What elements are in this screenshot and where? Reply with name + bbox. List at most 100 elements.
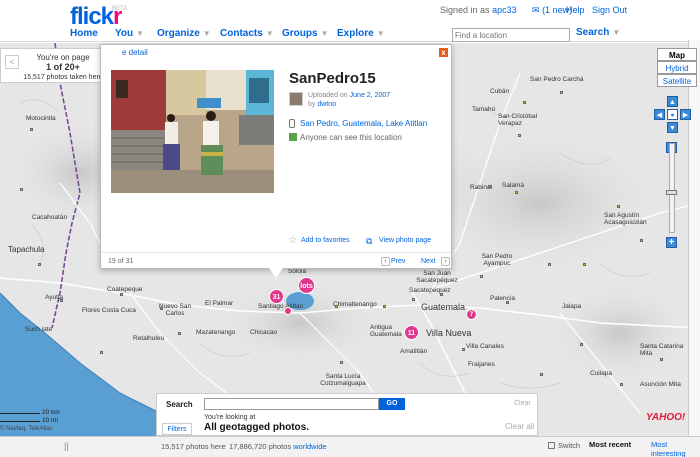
map-place[interactable]: San Pedro Carchá <box>530 76 590 83</box>
nav-home[interactable]: Home <box>70 28 98 39</box>
town-marker[interactable] <box>38 263 41 266</box>
town-marker[interactable] <box>617 205 620 208</box>
map-place[interactable]: Palencia <box>490 295 515 302</box>
switch-toggle[interactable]: Switch <box>548 441 580 450</box>
pan-up-icon[interactable]: ▲ <box>667 96 678 107</box>
map-place[interactable]: Chimaltenango <box>333 301 377 308</box>
town-marker[interactable] <box>583 263 586 266</box>
chevron-down-icon[interactable]: ▼ <box>136 29 144 38</box>
location-links[interactable]: San Pedro, Guatemala, Lake Atitlan <box>300 119 427 128</box>
previous-photo-link[interactable]: Prev <box>391 258 405 265</box>
chevron-down-icon[interactable]: ▼ <box>266 29 274 38</box>
next-photo-link[interactable]: Next <box>421 258 435 265</box>
town-marker[interactable] <box>340 361 343 364</box>
town-marker[interactable] <box>178 332 181 335</box>
town-marker[interactable] <box>412 298 415 301</box>
pause-icon[interactable]: || <box>64 441 69 451</box>
add-to-favorites-link[interactable]: Add to favorites <box>301 237 350 244</box>
map-place[interactable]: Such iate <box>25 326 52 333</box>
map-place[interactable]: Amatitlán <box>400 348 427 355</box>
pan-left-icon[interactable]: ◀ <box>654 109 665 120</box>
map-place[interactable]: Nuevo San Carlos <box>155 303 195 317</box>
map-place[interactable]: Coatepeque <box>107 286 142 293</box>
town-marker[interactable] <box>335 305 338 308</box>
chevron-down-icon[interactable]: ▼ <box>612 28 620 37</box>
town-marker[interactable] <box>20 188 23 191</box>
town-marker[interactable] <box>518 134 521 137</box>
map-place[interactable]: Fraijanes <box>468 361 495 368</box>
map-place[interactable]: Chicacao <box>250 329 277 336</box>
chevron-left-icon[interactable]: ‹ <box>381 257 390 266</box>
map-place[interactable]: Villa Canales <box>466 343 504 350</box>
map-place[interactable]: Asunción Mita <box>640 381 681 388</box>
map-place-capital[interactable]: Guatemala <box>421 302 465 312</box>
photo-thumbnail[interactable] <box>111 70 274 193</box>
map-place[interactable]: Cacahoatán <box>32 214 67 221</box>
map-place[interactable]: Cubán <box>490 88 509 95</box>
filters-tab[interactable]: Filters <box>162 423 192 435</box>
location-search-input[interactable] <box>452 28 570 42</box>
username-link[interactable]: apc33 <box>492 5 517 15</box>
map-type-map[interactable]: Map <box>657 48 697 61</box>
town-marker[interactable] <box>30 128 33 131</box>
chevron-down-icon[interactable]: ▼ <box>377 29 385 38</box>
map-search-input[interactable] <box>204 398 379 410</box>
town-marker[interactable] <box>560 91 563 94</box>
zoom-slider-handle[interactable] <box>666 190 677 195</box>
map-place[interactable]: Salamá <box>502 182 524 189</box>
worldwide-link[interactable]: worldwide <box>293 442 326 451</box>
map-place[interactable]: Flores Costa Cuca <box>82 307 136 314</box>
view-photo-page-link[interactable]: View photo page <box>379 237 431 244</box>
sign-out-link[interactable]: Sign Out <box>592 5 627 15</box>
map-place[interactable]: San Juan Sacatepéquez <box>409 270 465 284</box>
town-marker[interactable] <box>540 373 543 376</box>
map-place[interactable]: San Agustín Acasaguastlán <box>604 212 664 226</box>
town-marker[interactable] <box>440 293 443 296</box>
pan-right-icon[interactable]: ▶ <box>680 109 691 120</box>
town-marker[interactable] <box>100 351 103 354</box>
map-place[interactable]: Tapachula <box>8 245 44 254</box>
previous-page-button[interactable]: < <box>5 55 19 69</box>
map-place[interactable]: Retalhuleu <box>133 335 164 342</box>
clear-all-link[interactable]: Clear all <box>505 422 534 431</box>
close-icon[interactable]: x <box>439 48 448 57</box>
map-place[interactable]: Santa Lucía Cotzumalguapa <box>313 373 373 387</box>
photo-marker[interactable] <box>284 307 292 315</box>
avatar[interactable] <box>289 92 303 106</box>
town-marker[interactable] <box>523 101 526 104</box>
nav-groups[interactable]: Groups ▼ <box>282 28 328 39</box>
photo-icon[interactable]: ⧉ <box>366 236 372 247</box>
town-marker[interactable] <box>480 275 483 278</box>
checkbox[interactable] <box>548 442 555 449</box>
town-marker[interactable] <box>120 293 123 296</box>
photo-cluster-marker[interactable]: 31 <box>269 289 284 304</box>
location-search-button[interactable]: Search ▼ <box>576 27 620 38</box>
town-marker[interactable] <box>640 239 643 242</box>
town-marker[interactable] <box>515 191 518 194</box>
map-place[interactable]: Villa Nueva <box>426 328 471 338</box>
nav-organize[interactable]: Organize ▼ <box>157 28 211 39</box>
yahoo-logo[interactable]: YAHOO! <box>646 412 685 423</box>
town-marker[interactable] <box>506 301 509 304</box>
town-marker[interactable] <box>580 343 583 346</box>
map-place[interactable]: San Cristóbal Verapaz <box>498 113 558 127</box>
sort-most-recent[interactable]: Most recent <box>589 440 631 449</box>
sort-most-interesting[interactable]: Most interesting <box>651 440 700 457</box>
map-place[interactable]: Cuilapa <box>590 370 612 377</box>
map-place[interactable]: El Palmar <box>205 300 233 307</box>
chevron-right-icon[interactable]: › <box>441 257 450 266</box>
go-button[interactable]: GO <box>379 398 405 410</box>
star-icon[interactable]: ☆ <box>288 235 297 246</box>
photo-cluster-marker[interactable]: lots <box>298 277 315 294</box>
town-marker[interactable] <box>620 383 623 386</box>
detail-link[interactable]: e detail <box>122 48 148 57</box>
town-marker[interactable] <box>488 185 491 188</box>
town-marker[interactable] <box>60 299 63 302</box>
map-place[interactable]: Motocintla <box>26 115 56 122</box>
map-type-hybrid[interactable]: Hybrid <box>657 61 697 74</box>
help-link[interactable]: Help <box>566 5 585 15</box>
nav-you[interactable]: You ▼ <box>115 28 144 39</box>
map-place[interactable]: Santa Catarina Mita <box>640 343 690 357</box>
upload-date-link[interactable]: June 2, 2007 <box>350 92 390 99</box>
town-marker[interactable] <box>160 307 163 310</box>
